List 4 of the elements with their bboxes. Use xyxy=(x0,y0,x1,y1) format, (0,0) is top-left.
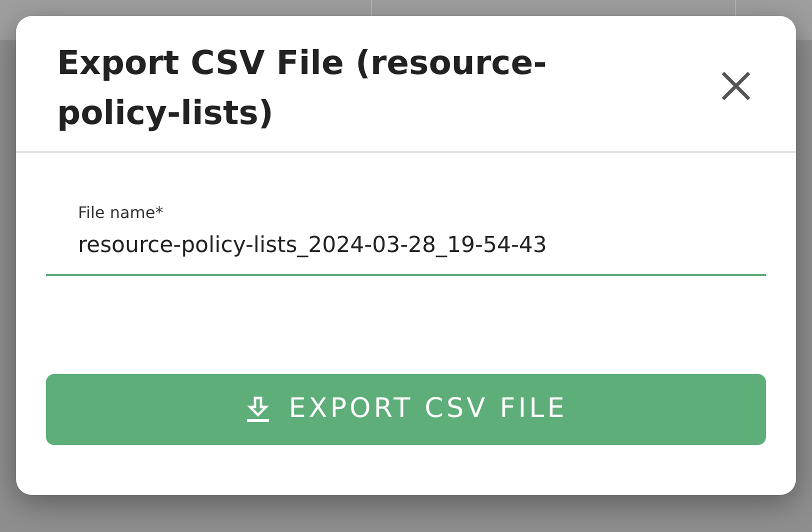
field-label: File name* xyxy=(78,202,164,224)
file-name-field[interactable]: resource-policy-lists_2024-03-28_19-54-43 xyxy=(46,225,766,276)
download-icon xyxy=(244,396,271,424)
dialog-title: Export CSV File (resource-policy-lists) xyxy=(57,42,548,134)
